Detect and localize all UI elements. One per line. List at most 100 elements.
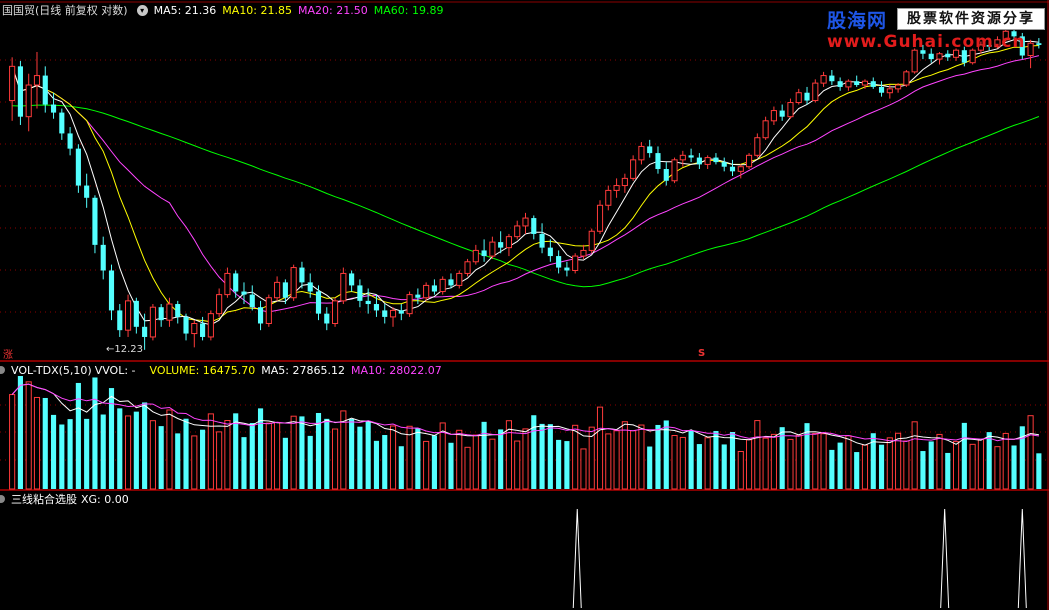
candle-body xyxy=(770,110,777,122)
candle-body xyxy=(895,84,902,90)
volume-bar xyxy=(679,436,686,490)
candle-body xyxy=(638,145,645,161)
volume-bar xyxy=(59,424,65,489)
indicator-dot-icon[interactable] xyxy=(0,495,5,503)
volume-bar xyxy=(977,438,984,490)
candle-body xyxy=(531,218,537,234)
candle-body xyxy=(265,297,272,324)
volume-bar xyxy=(233,413,239,489)
ma20-label: MA20: 21.50 xyxy=(298,3,368,17)
volume-bar xyxy=(423,440,430,490)
indicator-dot-icon[interactable] xyxy=(0,366,5,374)
candle-body xyxy=(886,88,893,94)
volume-bar xyxy=(100,414,106,489)
ma10-line xyxy=(11,45,1039,323)
volume-bar xyxy=(737,450,744,490)
volume-bar xyxy=(307,435,313,489)
volume-bar xyxy=(1027,415,1034,490)
candle-body xyxy=(100,244,106,271)
candle-body xyxy=(580,249,587,257)
candle-body xyxy=(166,303,173,321)
price-header: 国国贸(日线 前复权 对数) ▾ MA5: 21.36 MA10: 21.85 … xyxy=(0,3,449,18)
volume-bar xyxy=(621,421,628,490)
candle-body xyxy=(547,247,553,257)
volume-bar xyxy=(124,415,132,490)
candle-body xyxy=(489,241,496,257)
candle-body xyxy=(249,294,255,308)
volume-bar xyxy=(84,418,90,489)
candle-body xyxy=(829,75,835,82)
candle-body xyxy=(870,81,876,87)
candle-body xyxy=(514,225,521,238)
candle-body xyxy=(149,306,156,338)
candle-body xyxy=(290,267,297,299)
chart-canvas[interactable] xyxy=(0,0,1049,610)
volume-bar xyxy=(854,452,860,489)
volume-bar xyxy=(820,433,827,490)
candle-body xyxy=(233,273,239,292)
candle-body xyxy=(861,80,869,86)
zhang-badge: 涨 xyxy=(3,350,13,361)
candle-body xyxy=(572,255,579,271)
volume-bar xyxy=(415,428,421,489)
candle-body xyxy=(745,154,753,168)
volume-bar xyxy=(431,435,437,489)
volume-bar xyxy=(200,429,206,489)
logo-url: www.Guhai.com.cn xyxy=(827,32,1026,52)
candle-body xyxy=(878,86,885,93)
volume-bar xyxy=(655,424,661,489)
candle-body xyxy=(837,81,843,87)
volume-bar xyxy=(630,430,637,490)
candle-body xyxy=(389,309,397,318)
xg-indicator-title: 三线粘合选股 xyxy=(11,493,77,506)
volume-bar xyxy=(920,451,926,489)
candle-body xyxy=(845,80,852,88)
candle-body xyxy=(655,153,661,170)
volume-bar xyxy=(489,438,496,490)
candle-body xyxy=(481,250,487,257)
volume-bar xyxy=(556,439,562,489)
volume-bar xyxy=(331,428,339,490)
ma5-line xyxy=(11,39,1039,326)
volume-bar xyxy=(158,426,164,489)
volume-bar xyxy=(149,420,156,490)
candle-body xyxy=(464,261,471,274)
candle-body xyxy=(945,53,951,58)
site-logo[interactable]: 股海网 股票软件资源分享 www.Guhai.com.cn xyxy=(825,4,1047,54)
volume-bar xyxy=(770,433,777,490)
xg-value: XG: 0.00 xyxy=(81,492,129,506)
candle-body xyxy=(59,112,65,134)
candle-body xyxy=(704,157,711,165)
candle-body xyxy=(812,82,819,102)
candle-body xyxy=(596,204,604,232)
volume-bar xyxy=(299,416,305,489)
volume-bar xyxy=(936,433,943,490)
volume-bar xyxy=(249,423,255,489)
volume-bar xyxy=(389,425,397,490)
candle-body xyxy=(762,120,769,139)
candle-body xyxy=(795,92,802,104)
volume-bar xyxy=(175,433,181,489)
vvol-label: VVOL: - xyxy=(94,363,136,377)
candle-body xyxy=(241,291,247,295)
volume-bar xyxy=(166,409,173,490)
volume-bar xyxy=(787,438,794,490)
volume-bar xyxy=(721,444,727,489)
volume-bar xyxy=(878,444,885,489)
volume-bar xyxy=(464,446,471,490)
volume-bar xyxy=(605,433,612,490)
chevron-down-icon[interactable]: ▾ xyxy=(136,4,148,16)
candle-body xyxy=(415,294,421,298)
ma20-line xyxy=(11,55,1040,313)
volume-bar xyxy=(67,419,73,489)
volume-bar xyxy=(812,432,819,490)
volume-bar xyxy=(357,426,363,489)
volume-bar xyxy=(92,377,98,489)
volume-bar xyxy=(911,421,918,490)
volume-indicator-title: VOL-TDX(5,10) xyxy=(11,363,92,377)
stock-title: 国国贸(日线 前复权 对数) xyxy=(2,4,128,17)
candle-body xyxy=(207,313,214,338)
volume-bar xyxy=(994,446,1001,490)
volume-bar xyxy=(183,418,189,489)
volume-bar xyxy=(406,425,413,490)
